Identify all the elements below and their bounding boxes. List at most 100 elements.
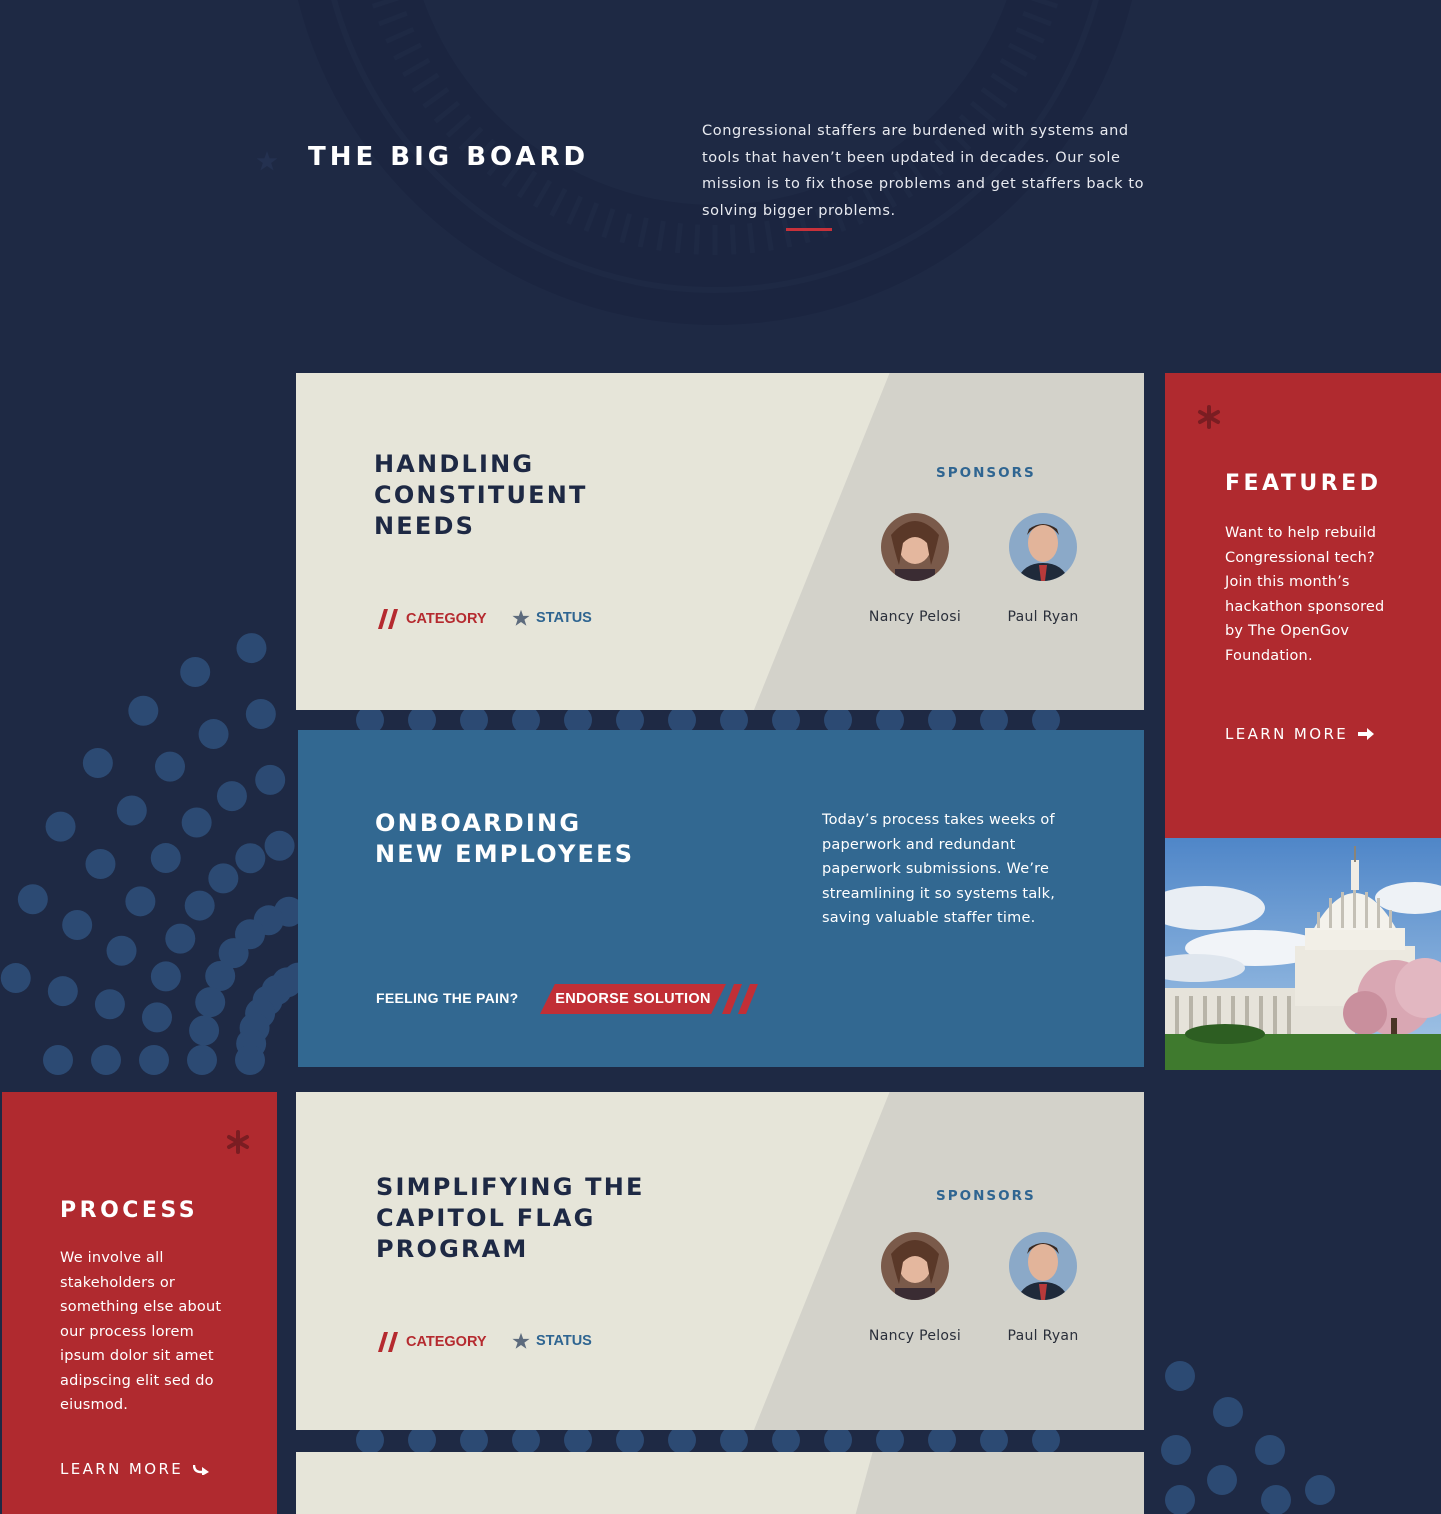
process-text: We involve all stakeholders or something… [60,1250,222,1413]
page-title: THE BIG BOARD [308,142,590,172]
background-dot [154,751,185,782]
background-dot [824,1426,852,1454]
background-dot [1032,1426,1060,1454]
background-dot [1213,1397,1243,1427]
feeling-the-pain-label: FEELING THE PAIN? [376,990,519,1006]
background-dot [1305,1475,1335,1505]
background-dot [17,884,48,915]
avatar [881,513,949,581]
seal-tick [693,224,701,255]
intro-paragraph: Congressional staffers are burdened with… [702,123,1145,219]
background-dot [181,807,212,838]
background-dot [564,1426,592,1454]
background-dot [150,961,181,992]
sponsor-name: Nancy Pelosi [868,609,962,625]
background-dot [235,843,266,874]
background-dot [150,843,181,874]
asterisk-icon [1198,405,1220,429]
background-dot [1165,1361,1195,1391]
category-tag[interactable]: CATEGORY [378,609,487,629]
sponsor-nancy-pelosi[interactable]: Nancy Pelosi [860,1232,970,1344]
sponsors-label: SPONSORS [936,465,1036,481]
sponsor-nancy-pelosi[interactable]: Nancy Pelosi [860,513,970,625]
card-title: ONBOARDING NEW EMPLOYEES [375,809,635,868]
background-dots-right [1161,1361,1335,1514]
background-dot [1161,1435,1191,1465]
background-dot [255,764,286,795]
background-dot [1261,1485,1291,1514]
category-label: CATEGORY [406,611,487,627]
featured-text: Want to help rebuild Congressional tech?… [1225,525,1385,664]
featured-panel: FEATURED Want to help rebuild Congressio… [1165,373,1441,838]
background-dot [91,1045,121,1075]
seal-tick [747,222,756,254]
background-dot [928,1426,956,1454]
status-label: STATUS [536,610,592,626]
background-dots-left [0,633,310,1075]
background-dot [245,698,276,729]
sponsor-name: Paul Ryan [1007,609,1079,625]
learn-more-label: LEARN MORE [60,1460,184,1478]
sponsor-paul-ryan[interactable]: Paul Ryan [988,1232,1098,1344]
status-tag[interactable]: STATUS [512,609,592,627]
avatar [1009,513,1077,581]
category-tag[interactable]: CATEGORY [378,1332,487,1352]
sponsor-name: Nancy Pelosi [868,1328,962,1344]
background-dot [235,1045,265,1075]
avatar [881,1232,949,1300]
background-dot [128,695,159,726]
capitol-building-image [1165,838,1441,1070]
project-card-capitol-flag[interactable]: SIMPLIFYING THE CAPITOL FLAG PROGRAM SPO… [296,1092,1144,1430]
sponsor-name: Paul Ryan [1007,1328,1079,1344]
background-dot [184,890,215,921]
arrow-turn-right-icon [193,1464,210,1475]
background-dot [460,1426,488,1454]
background-dot [1255,1435,1285,1465]
project-card-constituent-needs[interactable]: HANDLING CONSTITUENT NEEDS SPONSORS Nanc… [296,373,1144,710]
slashes-icon [378,1332,398,1352]
sponsor-paul-ryan[interactable]: Paul Ryan [988,513,1098,625]
star-icon [512,609,530,626]
seal-tick [674,222,683,254]
background-dot [772,1426,800,1454]
background-dot [208,863,239,894]
project-card-partial[interactable] [296,1452,1144,1514]
background-dot [236,633,267,664]
sponsors-label: SPONSORS [936,1188,1036,1204]
slashes-icon [378,609,398,629]
featured-learn-more-link[interactable]: LEARN MORE [1225,725,1375,743]
background-dot [62,909,93,940]
background-dot [141,1002,172,1033]
project-card-onboarding[interactable]: ONBOARDING NEW EMPLOYEES Today’s process… [298,730,1144,1067]
background-dot [116,795,147,826]
background-dot [216,781,247,812]
endorse-solution-button[interactable]: ENDORSE SOLUTION [540,984,726,1014]
star-icon [512,1332,530,1349]
background-dot [668,1426,696,1454]
featured-title: FEATURED [1225,471,1382,496]
process-learn-more-link[interactable]: LEARN MORE [60,1460,210,1478]
background-dot [980,1426,1008,1454]
background-dot [205,960,236,991]
background-dot [356,1426,384,1454]
background-dot [195,987,226,1018]
background-dot [187,1045,217,1075]
status-tag[interactable]: STATUS [512,1332,592,1350]
background-dot [180,656,211,687]
learn-more-label: LEARN MORE [1225,725,1349,743]
avatar [1009,1232,1077,1300]
card-title: HANDLING CONSTITUENT NEEDS [374,450,588,540]
background-dot [43,1045,73,1075]
background-dot [139,1045,169,1075]
background-dot [165,923,196,954]
background-dot [82,748,113,779]
background-dot [106,935,137,966]
background-dot [408,1426,436,1454]
process-title: PROCESS [60,1198,199,1223]
process-panel: PROCESS We involve all stakeholders or s… [2,1092,277,1514]
background-dot [45,811,76,842]
status-label: STATUS [536,1333,592,1349]
background-dot [1207,1465,1237,1495]
card-description: Today’s process takes weeks of paperwork… [822,812,1056,926]
background-dot [720,1426,748,1454]
